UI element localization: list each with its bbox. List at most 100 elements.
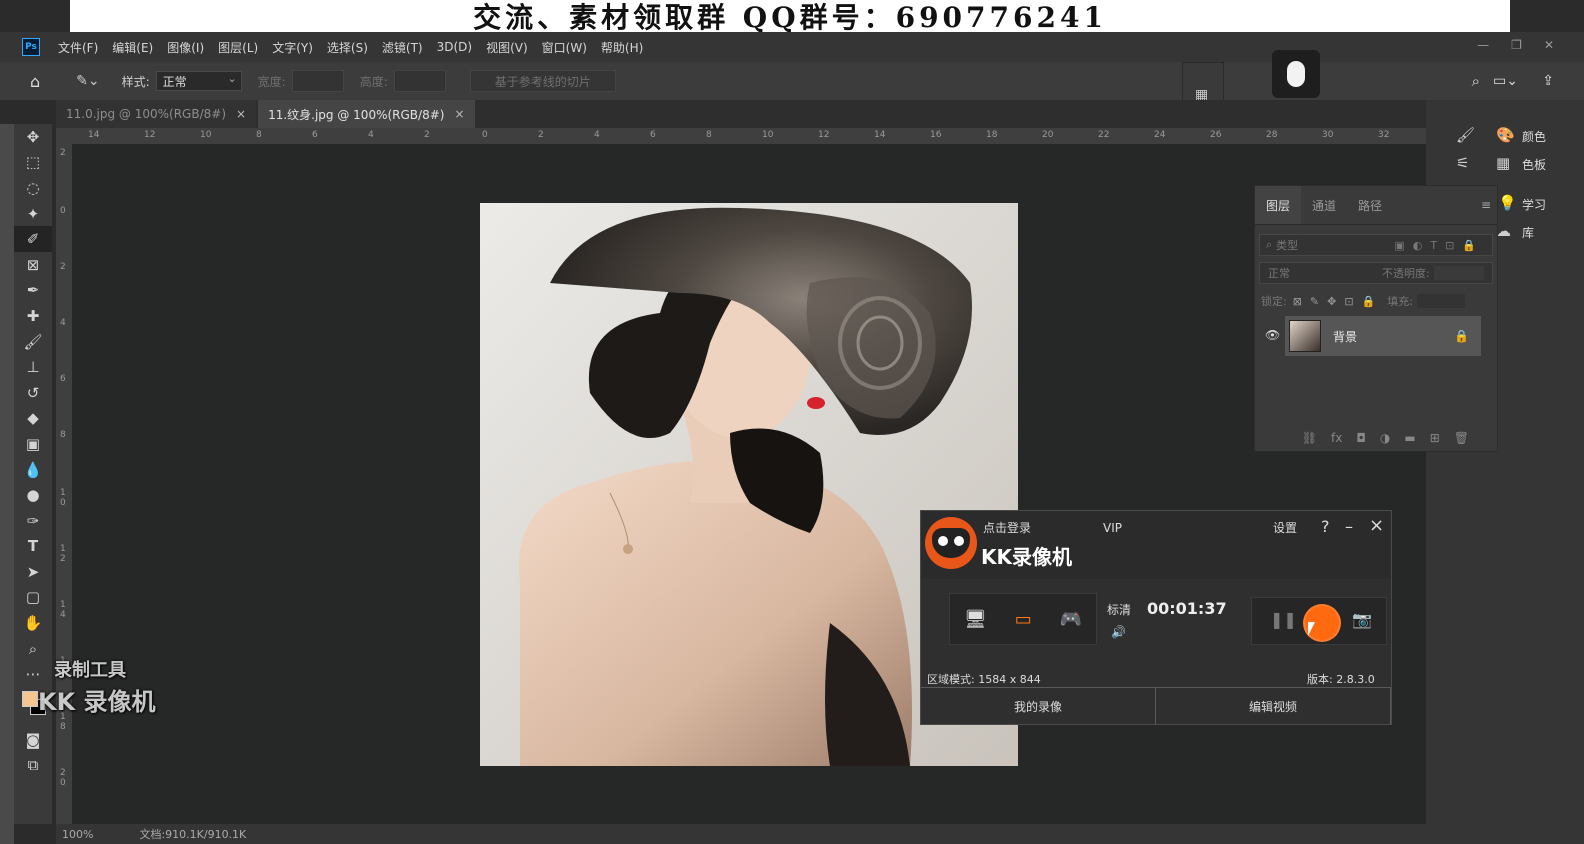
gradient-tool-icon[interactable]: ▣ xyxy=(14,431,52,457)
tab-paths[interactable]: 路径 xyxy=(1347,186,1393,224)
menu-select[interactable]: 选择(S) xyxy=(327,39,368,56)
fullscreen-mode-icon[interactable]: 🖥 xyxy=(964,609,987,630)
close-icon[interactable]: × xyxy=(454,107,464,121)
library-icon[interactable]: ☁ xyxy=(1496,222,1511,240)
share-icon[interactable]: ⇪ xyxy=(1542,73,1554,89)
adjustment-layer-icon[interactable]: ◑ xyxy=(1380,431,1390,445)
add-mask-icon[interactable]: ◘ xyxy=(1356,431,1366,445)
slice-tool-icon[interactable]: ✐ xyxy=(14,226,52,252)
visibility-eye-icon[interactable]: 👁 xyxy=(1265,328,1280,342)
healing-tool-icon[interactable]: ✚ xyxy=(14,303,52,329)
learn-panel-label[interactable]: 学习 xyxy=(1522,196,1546,213)
minimize-button[interactable]: – xyxy=(1345,517,1353,536)
tab-document-1[interactable]: 11.0.jpg @ 100%(RGB/8#) × xyxy=(56,100,257,128)
menu-view[interactable]: 视图(V) xyxy=(486,39,528,56)
menu-image[interactable]: 图像(I) xyxy=(167,39,204,56)
fill-field[interactable] xyxy=(1417,294,1466,308)
eraser-tool-icon[interactable]: ◆ xyxy=(14,406,52,432)
photoshop-logo-icon[interactable]: Ps xyxy=(22,38,40,56)
region-mode-icon[interactable]: ▭ xyxy=(1015,609,1032,630)
layer-filter-input[interactable]: 类型 xyxy=(1276,237,1298,253)
screen-mode-icon[interactable]: ⧉ xyxy=(14,753,52,779)
shape-tool-icon[interactable]: ▢ xyxy=(14,585,52,611)
menu-3d[interactable]: 3D(D) xyxy=(437,40,472,54)
swatches-icon[interactable]: ▦ xyxy=(1496,154,1510,172)
brush-tool-icon[interactable]: 🖌 xyxy=(14,329,52,355)
swatches-panel-label[interactable]: 色板 xyxy=(1522,156,1546,173)
close-button[interactable]: × xyxy=(1369,515,1384,536)
style-select[interactable]: 正常 xyxy=(155,71,242,91)
color-icon[interactable]: 🎨 xyxy=(1496,126,1515,144)
home-icon[interactable]: ⌂ xyxy=(30,72,40,91)
brush-settings-icon[interactable]: 🖌 xyxy=(1456,126,1475,144)
menu-layer[interactable]: 图层(L) xyxy=(218,39,258,56)
camera-snapshot-icon[interactable]: 📷 xyxy=(1352,610,1372,629)
help-button[interactable]: ? xyxy=(1321,517,1330,536)
color-panel-label[interactable]: 颜色 xyxy=(1522,128,1546,145)
speaker-icon[interactable]: 🔊 xyxy=(1111,625,1126,639)
layer-name[interactable]: 背景 xyxy=(1333,328,1357,345)
restore-icon[interactable]: ❐ xyxy=(1511,38,1522,52)
stamp-tool-icon[interactable]: ⊥ xyxy=(14,354,52,380)
close-icon[interactable]: × xyxy=(236,107,246,121)
new-group-icon[interactable]: ▬ xyxy=(1404,431,1415,445)
blur-tool-icon[interactable]: 💧 xyxy=(14,457,52,483)
path-selection-tool-icon[interactable]: ➤ xyxy=(14,559,52,585)
width-field[interactable] xyxy=(291,70,344,92)
learn-icon[interactable]: 💡 xyxy=(1498,194,1517,212)
fx-icon[interactable]: fx xyxy=(1331,431,1342,445)
settings-button[interactable]: 设置 xyxy=(1273,519,1297,536)
blend-mode-select[interactable]: 正常 xyxy=(1268,265,1378,281)
layer-row-background[interactable]: 背景 🔒 xyxy=(1285,316,1481,356)
minimize-icon[interactable]: — xyxy=(1477,38,1489,52)
opacity-field[interactable] xyxy=(1433,266,1484,280)
type-tool-icon[interactable]: T xyxy=(14,534,52,560)
close-icon[interactable]: ✕ xyxy=(1544,38,1554,52)
workspace-icon[interactable]: ▭⌄ xyxy=(1493,73,1518,89)
new-layer-icon[interactable]: ⊞ xyxy=(1430,431,1440,445)
menu-edit[interactable]: 编辑(E) xyxy=(112,39,153,56)
history-brush-tool-icon[interactable]: ↺ xyxy=(14,380,52,406)
dodge-tool-icon[interactable]: ● xyxy=(14,482,52,508)
library-panel-label[interactable]: 库 xyxy=(1522,224,1534,241)
eyedropper-tool-icon[interactable]: ✒ xyxy=(14,278,52,304)
ruler-mark: 6 xyxy=(650,130,656,140)
ruler-mark: 2 xyxy=(60,148,66,158)
edit-video-button[interactable]: 编辑视频 xyxy=(1156,688,1391,725)
tab-document-2[interactable]: 11.纹身.jpg @ 100%(RGB/8#) × xyxy=(258,100,475,128)
lock-icon[interactable]: 🔒 xyxy=(1454,329,1469,343)
login-link[interactable]: 点击登录 xyxy=(983,519,1031,536)
frame-tool-icon[interactable]: ⊠ xyxy=(14,252,52,278)
pause-icon[interactable]: ❚❚ xyxy=(1270,610,1297,629)
delete-layer-icon[interactable]: 🗑 xyxy=(1454,431,1469,445)
document-size[interactable]: 文档:910.1K/910.1K xyxy=(139,826,246,842)
height-field[interactable] xyxy=(393,70,446,92)
pen-tool-icon[interactable]: ✑ xyxy=(14,508,52,534)
lasso-tool-icon[interactable]: ◌ xyxy=(14,175,52,201)
tab-channels[interactable]: 通道 xyxy=(1301,186,1347,224)
search-icon[interactable]: ⌕ xyxy=(1472,72,1480,90)
menu-type[interactable]: 文字(Y) xyxy=(272,39,313,56)
link-layers-icon[interactable]: ⛓ xyxy=(1302,431,1317,445)
lock-icons[interactable]: ⊠✎✥⊡🔒 xyxy=(1293,295,1384,308)
menu-window[interactable]: 窗口(W) xyxy=(542,39,587,56)
hand-tool-icon[interactable]: ✋ xyxy=(14,610,52,636)
game-mode-icon[interactable]: 🎮 xyxy=(1060,609,1082,630)
tab-layers[interactable]: 图层 xyxy=(1255,186,1302,224)
panel-menu-icon[interactable]: ≡ xyxy=(1481,198,1491,212)
slices-from-guides-button[interactable]: 基于参考线的切片 xyxy=(469,70,616,92)
menu-help[interactable]: 帮助(H) xyxy=(601,39,643,56)
tool-preset-icon[interactable]: ✎⌄ xyxy=(76,73,99,89)
zoom-level[interactable]: 100% xyxy=(62,828,93,841)
magic-wand-tool-icon[interactable]: ✦ xyxy=(14,201,52,227)
vip-badge[interactable]: VIP xyxy=(1103,521,1122,535)
filter-icons[interactable]: ▣◐T⊡🔒 xyxy=(1394,239,1484,252)
quality-select[interactable]: 标清 xyxy=(1107,601,1131,618)
my-recordings-button[interactable]: 我的录像 xyxy=(921,688,1156,725)
quick-mask-icon[interactable]: ◙ xyxy=(14,727,52,753)
adjustments-icon[interactable]: ⚟ xyxy=(1456,154,1469,172)
marquee-tool-icon[interactable]: ⬚ xyxy=(14,150,52,176)
menu-file[interactable]: 文件(F) xyxy=(58,39,98,56)
move-tool-icon[interactable]: ✥ xyxy=(14,124,52,150)
menu-filter[interactable]: 滤镜(T) xyxy=(382,39,423,56)
